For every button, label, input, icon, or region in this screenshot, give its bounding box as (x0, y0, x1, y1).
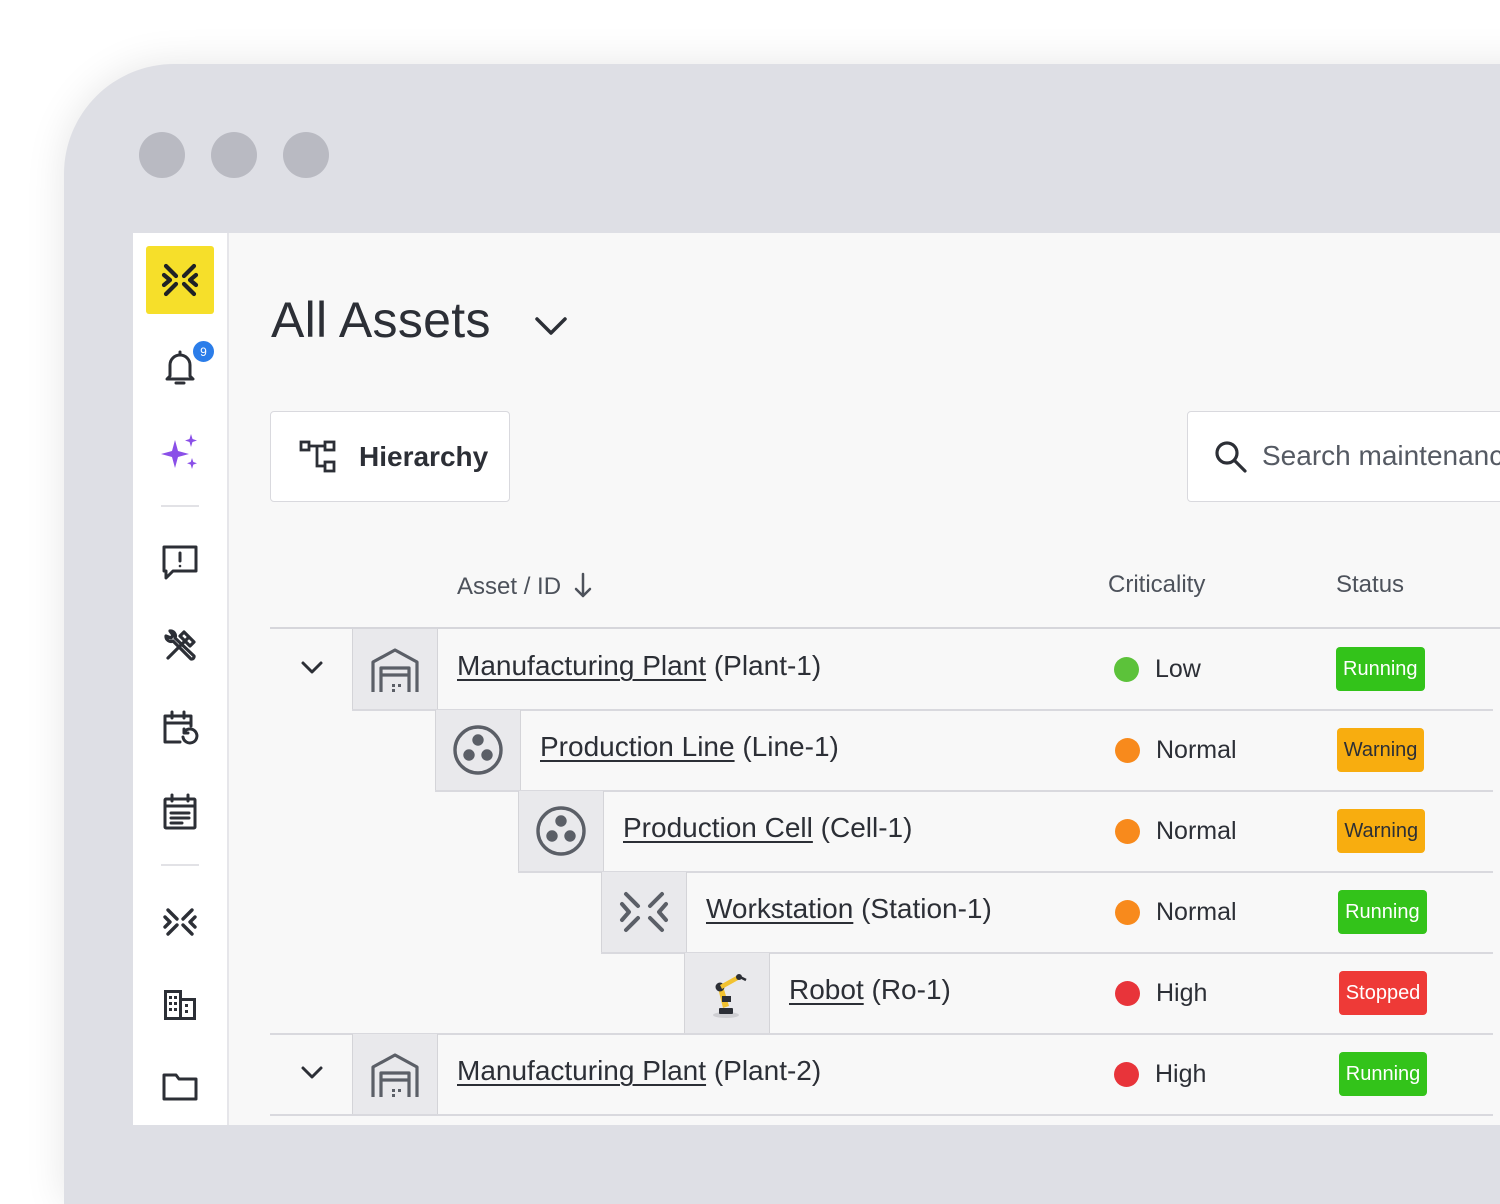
criticality-dot (1115, 738, 1140, 763)
criticality-label: High (1155, 1060, 1207, 1088)
criticality-label: High (1156, 979, 1208, 1007)
table-row[interactable]: Manufacturing Plant (Plant-1) Low Running (133, 629, 1500, 710)
expand-chevron-icon[interactable] (297, 653, 327, 683)
asset-name: Manufacturing Plant (Plant-2) (457, 1055, 821, 1087)
window-dot-3 (283, 132, 329, 178)
criticality-label: Normal (1156, 898, 1237, 926)
requests-button[interactable] (159, 541, 201, 583)
asset-link[interactable]: Production Line (540, 731, 735, 762)
search-input[interactable] (1262, 434, 1500, 478)
status-badge: Warning (1336, 728, 1425, 772)
page-title: All Assets (271, 292, 491, 348)
column-header-criticality[interactable]: Criticality (1108, 571, 1205, 599)
asset-id: (Plant-1) (713, 650, 822, 681)
search-icon (1215, 441, 1247, 473)
window-dot-1 (139, 132, 185, 178)
line-cluster-icon (453, 725, 503, 775)
column-header-asset-label: Asset / ID (457, 573, 562, 600)
chevron-down-icon[interactable] (531, 305, 571, 345)
robot-arm-image (713, 974, 747, 1018)
table-row[interactable]: Production Line (Line-1) Normal Warning (133, 710, 1500, 791)
criticality-dot (1114, 1062, 1139, 1087)
table-row[interactable]: Manufacturing Plant (Plant-2) High Running (133, 1034, 1500, 1115)
sidebar-separator (161, 505, 199, 507)
table-row[interactable]: Workstation (Station-1) Normal Running (133, 872, 1500, 953)
asset-id: (Station-1) (861, 893, 992, 924)
criticality-dot (1115, 900, 1140, 925)
table-row[interactable]: Production Cell (Cell-1) Normal Warning (133, 791, 1500, 872)
criticality-cell: High (1115, 979, 1207, 1008)
app-logo-icon[interactable] (146, 246, 214, 314)
column-header-status[interactable]: Status (1336, 571, 1404, 599)
asset-name: Robot (Ro-1) (789, 974, 951, 1006)
asset-thumbnail (518, 791, 604, 871)
asset-id: (Cell-1) (820, 812, 913, 843)
window-dot-2 (211, 132, 257, 178)
asset-name: Production Line (Line-1) (540, 731, 839, 763)
criticality-dot (1115, 981, 1140, 1006)
asset-thumbnail (352, 629, 438, 709)
hierarchy-label: Hierarchy (359, 441, 489, 472)
notification-badge: 9 (191, 339, 216, 364)
asset-id: (Ro-1) (871, 974, 951, 1005)
asset-link[interactable]: Manufacturing Plant (457, 650, 706, 681)
asset-id: (Line-1) (742, 731, 839, 762)
sparkle-icon (161, 434, 197, 469)
asset-thumbnail (352, 1034, 438, 1114)
criticality-label: Normal (1156, 817, 1237, 845)
asset-link[interactable]: Workstation (706, 893, 853, 924)
asset-link[interactable]: Robot (789, 974, 864, 1005)
criticality-dot (1115, 819, 1140, 844)
asset-link[interactable]: Manufacturing Plant (457, 1055, 706, 1086)
asset-thumbnail (435, 710, 521, 790)
cell-cluster-icon (536, 806, 586, 856)
status-badge: Running (1336, 647, 1425, 691)
asset-thumbnail (684, 953, 770, 1033)
criticality-cell: Low (1114, 655, 1201, 684)
status-badge: Running (1338, 890, 1427, 934)
expand-chevron-icon[interactable] (297, 1058, 327, 1088)
sort-arrow-down-icon (574, 572, 591, 598)
criticality-label: Low (1155, 655, 1201, 683)
criticality-cell: Normal (1115, 898, 1237, 927)
workstation-icon (620, 892, 668, 932)
status-badge: Warning (1337, 809, 1426, 853)
table-row[interactable]: Robot (Ro-1) High Stopped (133, 953, 1500, 1034)
status-badge: Stopped (1338, 971, 1428, 1015)
asset-thumbnail (601, 872, 687, 952)
hierarchy-view-button[interactable]: Hierarchy (270, 411, 510, 502)
asset-link[interactable]: Production Cell (623, 812, 813, 843)
asset-name: Manufacturing Plant (Plant-1) (457, 650, 821, 682)
asset-id: (Plant-2) (713, 1055, 822, 1086)
asset-name: Production Cell (Cell-1) (623, 812, 912, 844)
ai-assistant-button[interactable] (159, 431, 201, 473)
building-icon (371, 648, 419, 692)
hierarchy-icon (299, 440, 336, 473)
criticality-label: Normal (1156, 736, 1237, 764)
app-window: 9 All Assets Hierarchy Search maintenanc… (133, 233, 1500, 1125)
search-box[interactable] (1187, 411, 1500, 502)
message-alert-icon (162, 545, 198, 580)
building-icon (371, 1053, 419, 1097)
asset-name: Workstation (Station-1) (706, 893, 992, 925)
criticality-cell: Normal (1115, 817, 1237, 846)
row-divider (270, 1114, 1493, 1116)
criticality-dot (1114, 657, 1139, 682)
criticality-cell: Normal (1115, 736, 1237, 765)
criticality-cell: High (1114, 1060, 1206, 1089)
column-header-asset[interactable]: Asset / ID (457, 571, 594, 601)
status-badge: Running (1338, 1052, 1428, 1096)
